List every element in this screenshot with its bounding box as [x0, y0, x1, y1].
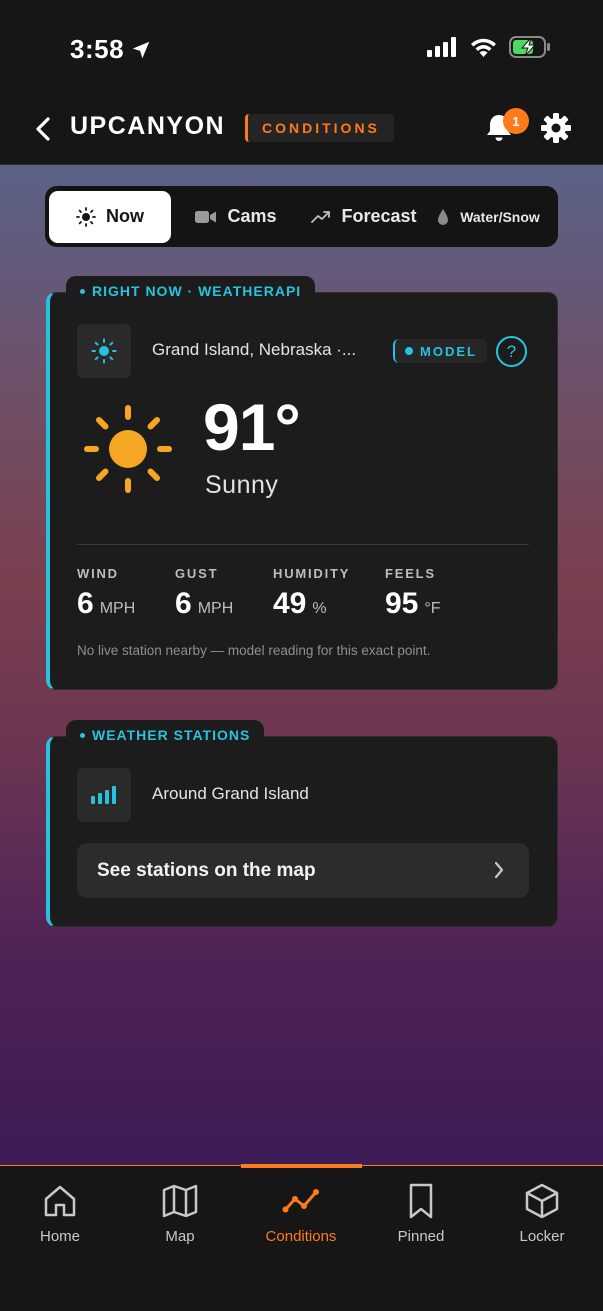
- weather-stations-tag-label: WEATHER STATIONS: [92, 727, 251, 743]
- home-icon: [44, 1185, 76, 1217]
- model-note: No live station nearby — model reading f…: [77, 643, 431, 658]
- location-row: Grand Island, Nebraska ·... MODEL ?: [77, 324, 529, 378]
- metric-humidity: HUMIDITY 49 %: [273, 566, 350, 621]
- metric-number: 6: [175, 587, 192, 620]
- metric-unit: °F: [424, 600, 441, 617]
- stations-row: Around Grand Island: [77, 768, 529, 822]
- chevron-right-icon: [494, 861, 504, 879]
- weather-stations-card: WEATHER STATIONS Around Grand Island See…: [46, 720, 558, 927]
- metric-value: 6 MPH: [175, 587, 233, 621]
- metric-number: 95: [385, 587, 419, 620]
- metric-number: 6: [77, 587, 94, 620]
- tag-dot: [80, 288, 85, 294]
- map-icon: [162, 1184, 198, 1218]
- nav-conditions-label: Conditions: [265, 1228, 337, 1245]
- metric-value: 95 °F: [385, 587, 441, 621]
- back-button[interactable]: [30, 114, 56, 144]
- tab-cams[interactable]: Cams: [171, 191, 301, 243]
- nav-locker[interactable]: Locker: [482, 1182, 602, 1245]
- bookmark-icon: [409, 1183, 433, 1219]
- status-time-text: 3:58: [70, 34, 125, 64]
- model-badge-label: MODEL: [420, 343, 477, 359]
- metric-unit: %: [312, 600, 327, 617]
- gear-icon[interactable]: [540, 112, 572, 144]
- conditions-icon: [282, 1189, 319, 1213]
- metric-label: GUST: [175, 566, 219, 581]
- metric-wind: WIND 6 MPH: [77, 566, 135, 621]
- see-stations-map-label: See stations on the map: [97, 859, 316, 881]
- tab-forecast[interactable]: Forecast: [301, 191, 427, 243]
- nav-home-label: Home: [39, 1228, 80, 1245]
- conditions-content: Now Cams Forecast Water/Snow RIGHT NOW ·…: [0, 165, 603, 1165]
- nav-locker-label: Locker: [519, 1228, 565, 1245]
- nav-map-label: Map: [165, 1228, 195, 1245]
- chevron-left-icon: [36, 117, 50, 141]
- see-stations-map-button[interactable]: See stations on the map: [77, 843, 529, 898]
- metric-label: WIND: [77, 566, 119, 581]
- nav-home[interactable]: Home: [0, 1182, 120, 1245]
- tab-water-snow-label: Water/Snow: [460, 208, 540, 225]
- current-condition: Sunny: [205, 471, 279, 499]
- app-brand: UPCANYON: [70, 112, 226, 140]
- metric-label: FEELS: [385, 566, 436, 581]
- nav-pinned-label: Pinned: [397, 1228, 445, 1245]
- current-conditions-card: RIGHT NOW · WEATHERAPI Grand Island, Neb…: [46, 276, 558, 690]
- nav-map[interactable]: Map: [120, 1182, 240, 1245]
- sunny-weather-icon: [84, 405, 172, 493]
- nav-pinned[interactable]: Pinned: [361, 1182, 481, 1245]
- tab-now[interactable]: Now: [49, 190, 171, 243]
- tab-cams-label: Cams: [227, 206, 277, 226]
- trend-icon: [311, 210, 331, 223]
- signal-icon: [427, 37, 456, 57]
- status-icons: [427, 36, 551, 58]
- status-bar: 3:58: [0, 0, 603, 98]
- box-icon: [525, 1183, 559, 1219]
- nav-conditions[interactable]: Conditions: [241, 1182, 361, 1245]
- divider: [77, 544, 529, 545]
- weather-stations-tag: WEATHER STATIONS: [66, 720, 265, 750]
- active-tab-indicator: [241, 1164, 362, 1168]
- drop-icon: [438, 208, 449, 225]
- camera-icon: [195, 210, 217, 223]
- section-label: CONDITIONS: [245, 114, 394, 142]
- bottom-nav: Home Map Conditions Pinned Locker: [0, 1164, 603, 1311]
- metric-gust: GUST 6 MPH: [175, 566, 233, 621]
- wifi-icon: [471, 38, 496, 57]
- location-sun-badge: [77, 324, 131, 378]
- location-arrow-icon: [132, 41, 150, 58]
- metric-unit: MPH: [197, 600, 234, 617]
- metric-label: HUMIDITY: [273, 566, 351, 581]
- location-name: Grand Island, Nebraska ·...: [152, 340, 357, 359]
- tab-water-snow[interactable]: Water/Snow: [427, 191, 549, 243]
- notification-badge: 1: [503, 108, 529, 134]
- current-conditions-tag-label: RIGHT NOW · WEATHERAPI: [92, 283, 302, 299]
- signal-bars-icon: [91, 786, 116, 804]
- metric-value: 6 MPH: [77, 587, 135, 621]
- battery-charging-icon: [509, 36, 550, 58]
- conditions-tabs: Now Cams Forecast Water/Snow: [45, 186, 558, 247]
- tab-now-label: Now: [106, 206, 144, 226]
- metric-feels: FEELS 95 °F: [385, 566, 441, 621]
- help-button[interactable]: ?: [496, 336, 527, 367]
- tag-dot: [80, 732, 85, 738]
- metric-value: 49 %: [273, 587, 350, 621]
- model-dot: [405, 347, 413, 355]
- tab-forecast-label: Forecast: [341, 206, 417, 226]
- metric-unit: MPH: [99, 600, 136, 617]
- status-time: 3:58: [70, 34, 152, 65]
- current-conditions-tag: RIGHT NOW · WEATHERAPI: [66, 276, 316, 306]
- sun-icon: [76, 206, 96, 227]
- stations-area: Around Grand Island: [152, 784, 309, 803]
- stations-badge: [77, 768, 131, 822]
- model-badge: MODEL: [393, 339, 487, 363]
- metric-number: 49: [273, 587, 307, 620]
- sun-icon: [91, 338, 117, 364]
- current-temperature: 91°: [203, 390, 301, 464]
